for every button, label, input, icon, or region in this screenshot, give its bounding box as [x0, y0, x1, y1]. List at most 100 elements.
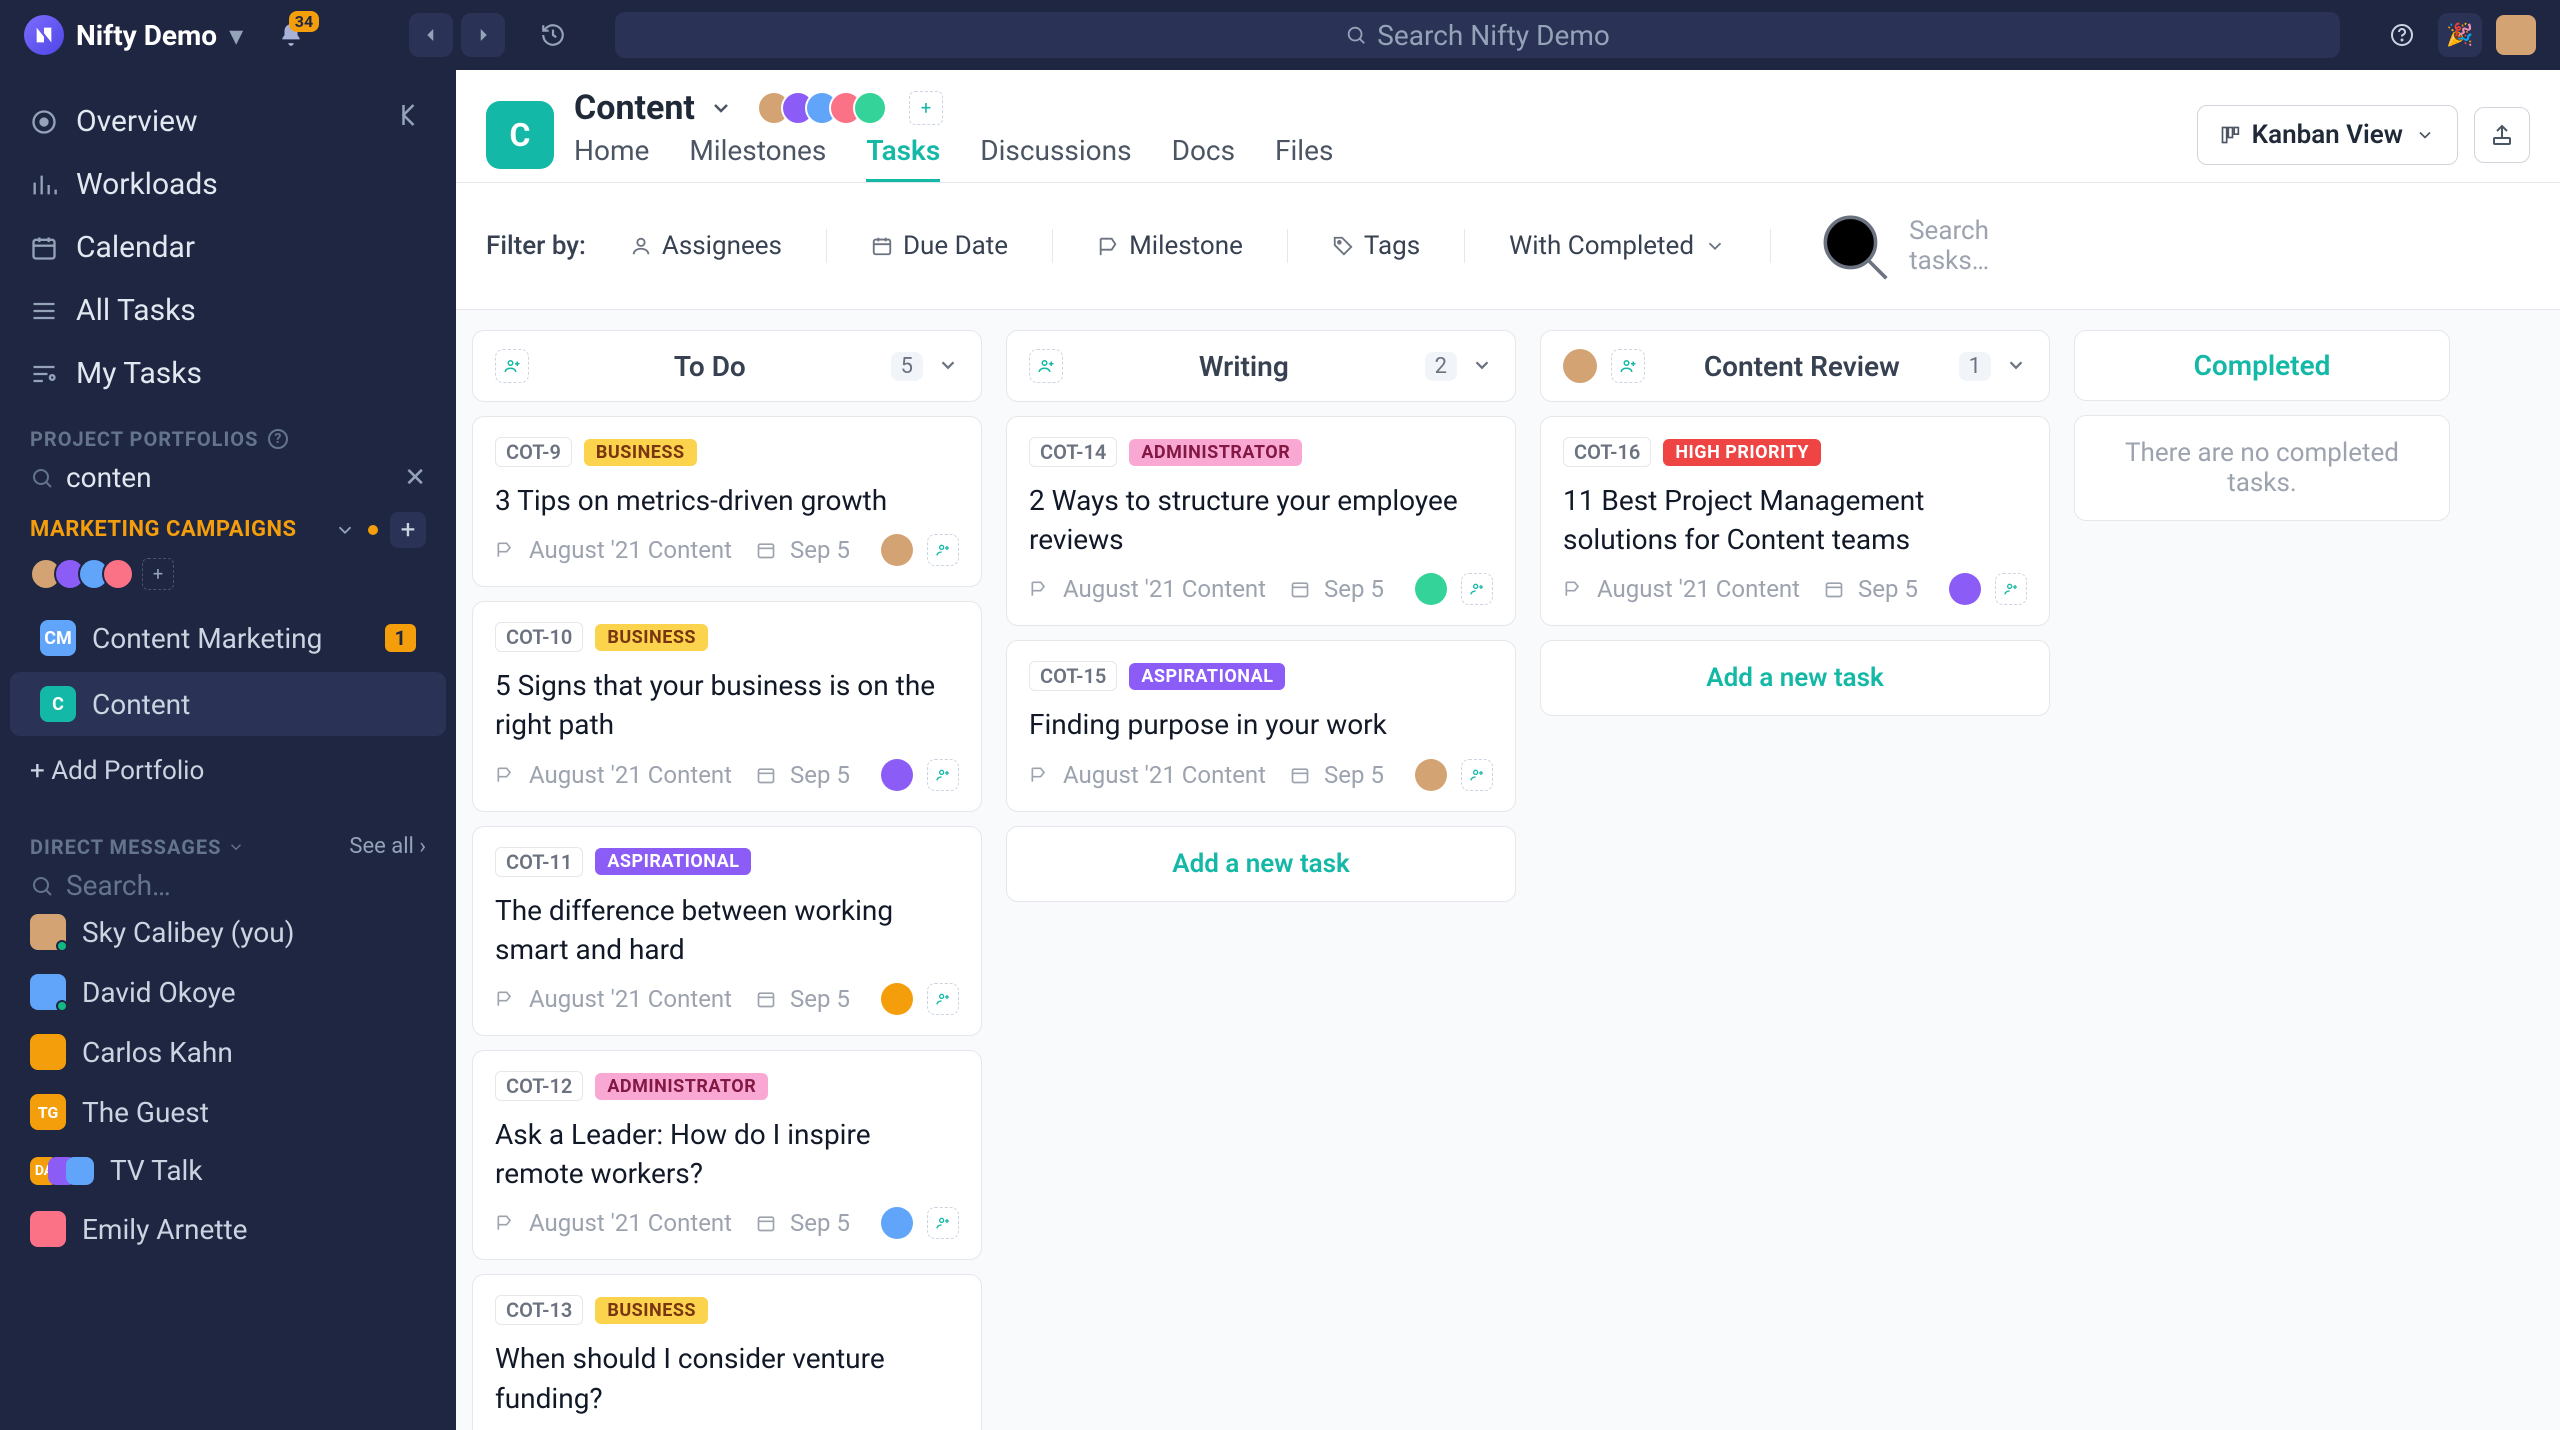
- chevron-down-icon[interactable]: [1471, 350, 1493, 383]
- dm-item[interactable]: Carlos Kahn: [0, 1022, 456, 1082]
- task-due: Sep 5: [1858, 575, 1918, 603]
- project-members[interactable]: [757, 91, 887, 125]
- chevron-down-icon[interactable]: [334, 519, 356, 541]
- column-add-member[interactable]: [1611, 349, 1645, 383]
- sidebar-nav-overview[interactable]: Overview: [30, 90, 426, 153]
- milestone-icon: [495, 765, 515, 785]
- add-assignee[interactable]: [927, 759, 959, 791]
- clear-search-button[interactable]: ✕: [404, 463, 426, 493]
- workspace-switcher[interactable]: Nifty Demo ▾: [24, 15, 243, 55]
- task-card[interactable]: COT-9BUSINESS3 Tips on metrics-driven gr…: [472, 416, 982, 587]
- tab-home[interactable]: Home: [574, 134, 649, 182]
- task-id: COT-16: [1563, 437, 1651, 467]
- assignee-avatar[interactable]: [1949, 573, 1981, 605]
- dm-item[interactable]: David Okoye: [0, 962, 456, 1022]
- filter-due-date[interactable]: Due Date: [857, 231, 1022, 261]
- task-tag: BUSINESS: [595, 1297, 708, 1324]
- user-avatar[interactable]: [2496, 15, 2536, 55]
- column-header[interactable]: Content Review1: [1540, 330, 2050, 402]
- dm-item[interactable]: TGThe Guest: [0, 1082, 456, 1142]
- tab-discussions[interactable]: Discussions: [980, 134, 1131, 182]
- portfolio-name[interactable]: MARKETING CAMPAIGNS: [30, 516, 297, 545]
- nav-forward-button[interactable]: [461, 13, 505, 57]
- sidebar-nav-calendar[interactable]: Calendar: [30, 216, 426, 279]
- column-title: Completed: [2097, 349, 2427, 382]
- history-button[interactable]: [531, 13, 575, 57]
- add-assignee[interactable]: [927, 983, 959, 1015]
- collapse-sidebar-button[interactable]: [396, 100, 426, 137]
- add-task-button[interactable]: Add a new task: [1006, 826, 1516, 902]
- assignee-avatar[interactable]: [881, 759, 913, 791]
- assignee-avatar[interactable]: [1415, 573, 1447, 605]
- task-card[interactable]: COT-15ASPIRATIONALFinding purpose in you…: [1006, 640, 1516, 811]
- search-icon: [30, 466, 54, 490]
- add-project-member[interactable]: +: [909, 91, 943, 125]
- column-header[interactable]: To Do5: [472, 330, 982, 402]
- task-card[interactable]: COT-11ASPIRATIONALThe difference between…: [472, 826, 982, 1036]
- filter-assignees[interactable]: Assignees: [616, 231, 796, 261]
- task-tag: ADMINISTRATOR: [595, 1073, 768, 1100]
- share-button[interactable]: [2474, 107, 2530, 163]
- task-id: COT-11: [495, 847, 583, 877]
- task-search[interactable]: Search tasks…: [1811, 203, 1989, 289]
- chevron-down-icon[interactable]: [227, 838, 245, 856]
- sidebar-nav-workloads[interactable]: Workloads: [30, 153, 426, 216]
- assignee-avatar[interactable]: [881, 983, 913, 1015]
- add-assignee[interactable]: [1995, 573, 2027, 605]
- tab-tasks[interactable]: Tasks: [866, 134, 940, 182]
- task-card[interactable]: COT-13BUSINESSWhen should I consider ven…: [472, 1274, 982, 1430]
- chevron-down-icon[interactable]: [937, 350, 959, 383]
- project-title[interactable]: Content: [574, 88, 695, 128]
- dm-item[interactable]: DATV Talk: [0, 1142, 456, 1199]
- portfolio-search[interactable]: conten ✕: [0, 461, 456, 494]
- add-assignee[interactable]: [927, 1207, 959, 1239]
- task-card[interactable]: COT-14ADMINISTRATOR2 Ways to structure y…: [1006, 416, 1516, 626]
- nav-back-button[interactable]: [409, 13, 453, 57]
- notifications-button[interactable]: 34: [273, 17, 309, 53]
- chevron-down-icon[interactable]: [709, 96, 733, 120]
- tab-docs[interactable]: Docs: [1172, 134, 1235, 182]
- task-due: Sep 5: [790, 1209, 850, 1237]
- task-tag: BUSINESS: [584, 439, 697, 466]
- help-icon[interactable]: ?: [268, 429, 288, 449]
- column-header[interactable]: Writing2: [1006, 330, 1516, 402]
- filter-completed[interactable]: With Completed: [1495, 231, 1740, 261]
- add-portfolio-member[interactable]: +: [142, 558, 174, 590]
- project-item[interactable]: CMContent Marketing1: [10, 606, 446, 670]
- dm-item[interactable]: Emily Arnette: [0, 1199, 456, 1259]
- task-id: COT-10: [495, 622, 583, 652]
- column-add-member[interactable]: [1029, 349, 1063, 383]
- task-card[interactable]: COT-12ADMINISTRATORAsk a Leader: How do …: [472, 1050, 982, 1260]
- add-assignee[interactable]: [1461, 759, 1493, 791]
- dm-item[interactable]: Sky Calibey (you): [0, 902, 456, 962]
- add-portfolio-button[interactable]: + Add Portfolio: [0, 738, 456, 804]
- see-all-dms[interactable]: See all ›: [349, 834, 426, 859]
- assignee-avatar[interactable]: [881, 534, 913, 566]
- task-title: 3 Tips on metrics-driven growth: [495, 481, 959, 520]
- whats-new-button[interactable]: 🎉: [2438, 13, 2482, 57]
- chevron-down-icon[interactable]: [2005, 350, 2027, 383]
- view-switcher[interactable]: Kanban View: [2197, 105, 2458, 165]
- assignee-avatar[interactable]: [1415, 759, 1447, 791]
- task-card[interactable]: COT-16HIGH PRIORITY11 Best Project Manag…: [1540, 416, 2050, 626]
- add-task-button[interactable]: Add a new task: [1540, 640, 2050, 716]
- column-header[interactable]: Completed: [2074, 330, 2450, 401]
- add-assignee[interactable]: [927, 534, 959, 566]
- task-card[interactable]: COT-10BUSINESS5 Signs that your business…: [472, 601, 982, 811]
- assignee-avatar[interactable]: [881, 1207, 913, 1239]
- add-project-button[interactable]: +: [390, 512, 426, 548]
- column-add-member[interactable]: [495, 349, 529, 383]
- filter-milestone[interactable]: Milestone: [1083, 231, 1257, 261]
- calendar-icon: [756, 540, 776, 560]
- sidebar-nav-my-tasks[interactable]: My Tasks: [30, 342, 426, 405]
- sidebar-nav-all-tasks[interactable]: All Tasks: [30, 279, 426, 342]
- global-search[interactable]: Search Nifty Demo: [615, 12, 2340, 58]
- project-item[interactable]: CContent: [10, 672, 446, 736]
- dm-search[interactable]: Search…: [0, 869, 456, 902]
- filter-tags[interactable]: Tags: [1318, 231, 1434, 261]
- help-button[interactable]: [2380, 13, 2424, 57]
- tab-milestones[interactable]: Milestones: [689, 134, 826, 182]
- notification-count: 34: [289, 11, 319, 32]
- add-assignee[interactable]: [1461, 573, 1493, 605]
- tab-files[interactable]: Files: [1275, 134, 1333, 182]
